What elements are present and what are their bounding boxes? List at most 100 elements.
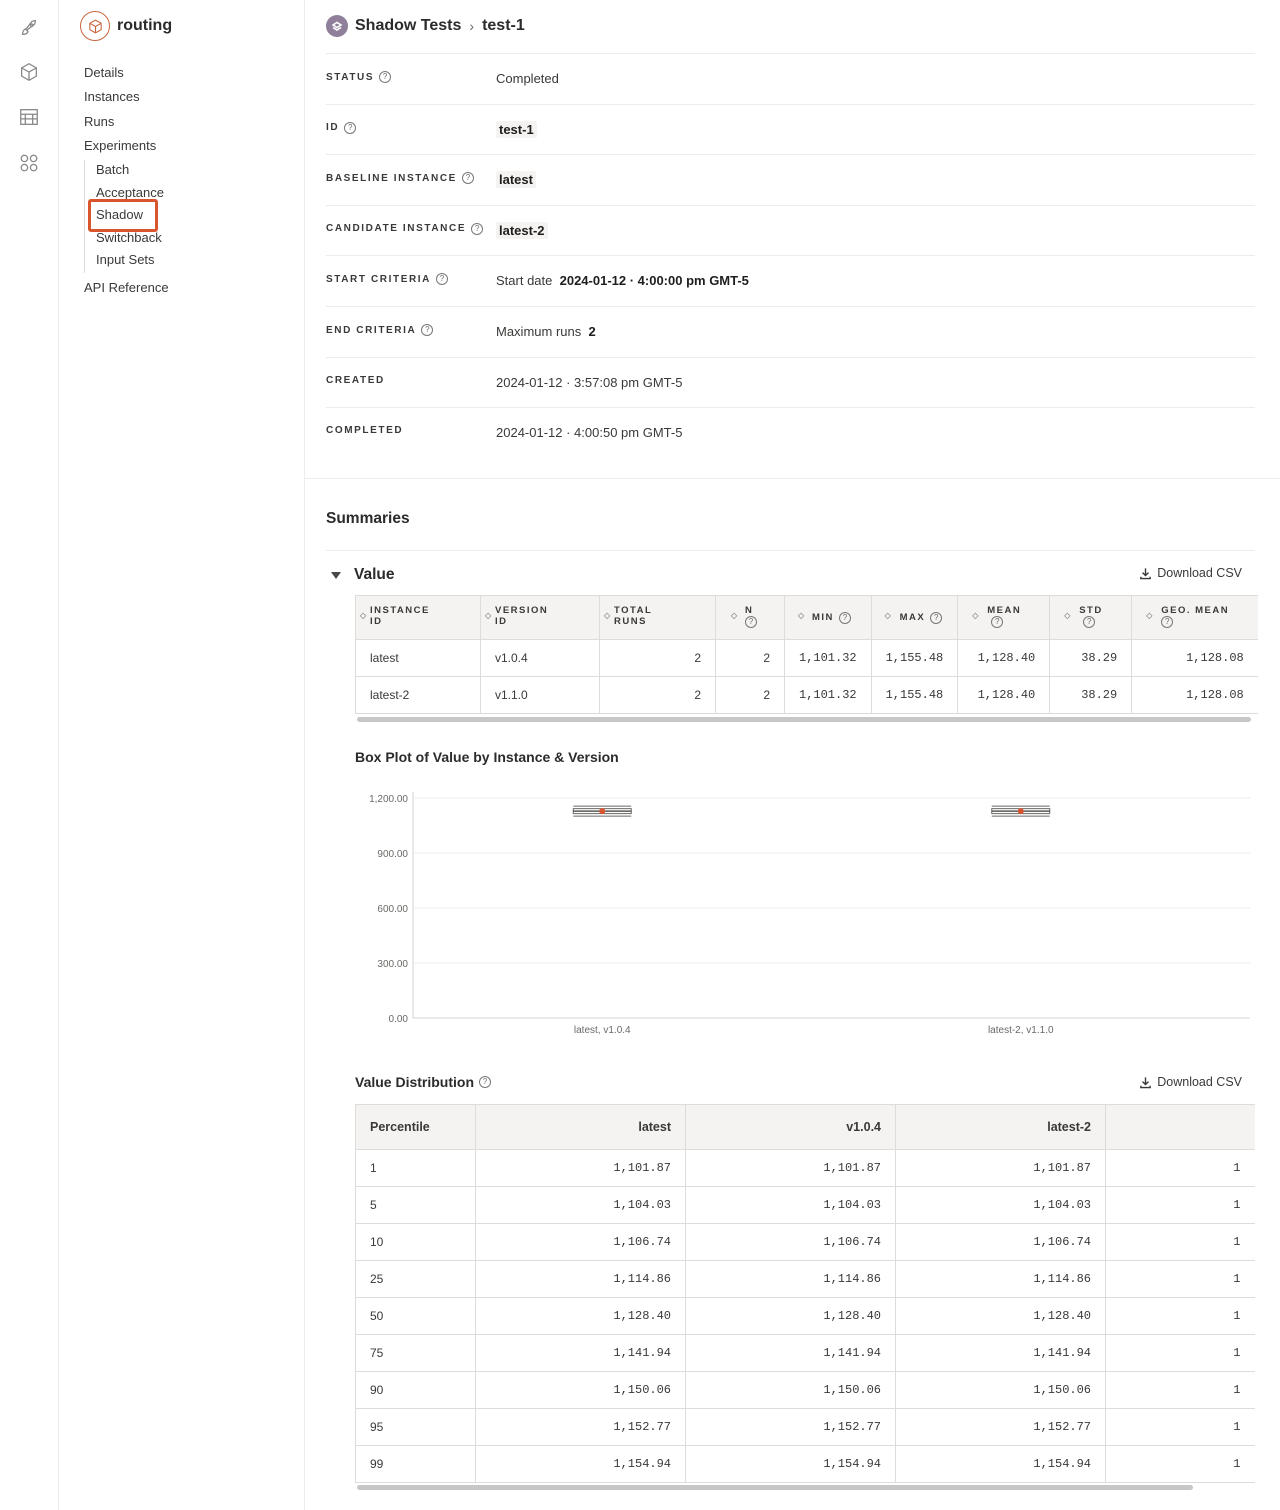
marketplace-icon[interactable] xyxy=(17,105,41,129)
col-min[interactable]: ◇ MIN? xyxy=(784,595,872,640)
cell-instance: latest xyxy=(355,639,481,677)
cell-percentile: 90 xyxy=(355,1371,476,1409)
help-icon[interactable]: ? xyxy=(991,616,1004,628)
cell-value: 1 xyxy=(1105,1445,1255,1483)
breadcrumb-parent[interactable]: Shadow Tests xyxy=(355,17,461,35)
detail-status: STATUS? Completed xyxy=(326,53,1255,104)
detail-candidate: CANDIDATE INSTANCE? latest-2 xyxy=(326,204,1255,256)
col-max[interactable]: ◇ MAX? xyxy=(870,595,959,640)
col-truncated[interactable] xyxy=(1105,1104,1255,1150)
cell-value: 1 xyxy=(1105,1371,1255,1409)
status-value: Completed xyxy=(496,71,559,86)
cell-percentile: 25 xyxy=(355,1260,476,1298)
app-logo-icon xyxy=(80,11,110,41)
cell-value: 1,128.40 xyxy=(895,1297,1106,1335)
cell-value: 1,141.94 xyxy=(475,1334,686,1372)
value-section-toggle[interactable]: Value xyxy=(331,566,395,584)
cube-icon[interactable] xyxy=(17,60,41,84)
apps-grid-icon[interactable] xyxy=(17,151,41,175)
help-icon[interactable]: ? xyxy=(461,172,474,185)
cell-version: v1.0.4 xyxy=(480,639,600,677)
table-row: 1 1,101.87 1,101.87 1,101.87 1 xyxy=(355,1149,1255,1187)
boxplot-chart: 0.00 300.00 600.00 900.00 1,200.00 latest, v1… xyxy=(369,792,1250,1036)
rocket-icon[interactable] xyxy=(17,16,41,40)
end-criteria-label: END CRITERIA xyxy=(326,324,417,336)
cell-percentile: 75 xyxy=(355,1334,476,1372)
help-icon[interactable]: ? xyxy=(344,121,357,134)
col-instance-id[interactable]: ◇ INSTANCE ID xyxy=(355,595,481,640)
download-csv-button[interactable]: Download CSV xyxy=(1139,566,1242,580)
cell-value: 1,152.77 xyxy=(895,1408,1106,1446)
help-icon[interactable]: ? xyxy=(436,273,448,286)
table-row: latest-2 v1.1.0 2 2 1,101.32 1,155.48 1,… xyxy=(355,676,1258,714)
col-n[interactable]: ◇ N? xyxy=(715,595,785,640)
help-icon[interactable]: ? xyxy=(930,611,943,624)
download-csv-label: Download CSV xyxy=(1157,566,1242,580)
table-row: 99 1,154.94 1,154.94 1,154.94 1 xyxy=(355,1445,1255,1483)
cell-n: 2 xyxy=(715,639,785,677)
cell-geo-mean: 1,128.08 xyxy=(1131,676,1258,714)
sort-icon: ◇ xyxy=(1146,611,1153,620)
cell-version: v1.1.0 xyxy=(480,676,600,714)
section-divider xyxy=(305,478,1280,479)
sidebar-item-details[interactable]: Details xyxy=(84,62,156,86)
sidebar-item-api-reference[interactable]: API Reference xyxy=(84,280,169,295)
cell-value: 1,106.74 xyxy=(475,1223,686,1261)
breadcrumb-current: test-1 xyxy=(482,17,525,34)
col-v104[interactable]: v1.0.4 xyxy=(685,1104,896,1150)
baseline-value: latest xyxy=(496,171,536,189)
detail-end-criteria: END CRITERIA? Maximum runs 2 xyxy=(326,306,1255,357)
cell-value: 1,106.74 xyxy=(895,1223,1106,1261)
col-percentile[interactable]: Percentile xyxy=(355,1104,476,1150)
help-icon[interactable]: ? xyxy=(838,611,851,624)
sort-icon: ◇ xyxy=(798,611,805,620)
col-std[interactable]: ◇ STD? xyxy=(1049,595,1133,640)
download-icon xyxy=(1140,1076,1152,1088)
cell-percentile: 1 xyxy=(355,1149,476,1187)
cell-value: 1,101.87 xyxy=(685,1149,896,1187)
sidebar-item-experiments[interactable]: Experiments xyxy=(84,135,156,159)
col-mean[interactable]: ◇ MEAN? xyxy=(957,595,1051,640)
cell-value: 1,154.94 xyxy=(685,1445,896,1483)
cell-percentile: 99 xyxy=(355,1445,476,1483)
sidebar-item-instances[interactable]: Instances xyxy=(84,86,156,110)
summaries-title: Summaries xyxy=(326,510,410,527)
sort-icon: ◇ xyxy=(1064,611,1071,620)
boxplot-title: Box Plot of Value by Instance & Version xyxy=(355,749,619,765)
horizontal-scrollbar[interactable] xyxy=(357,1485,1193,1490)
help-icon[interactable]: ? xyxy=(745,616,757,628)
help-icon[interactable]: ? xyxy=(1161,616,1174,628)
col-geo-mean[interactable]: ◇ GEO. MEAN? xyxy=(1131,595,1258,640)
help-icon[interactable]: ? xyxy=(1083,616,1096,628)
cell-value: 1,104.03 xyxy=(475,1186,686,1224)
distribution-table: Percentile latest v1.0.4 latest-2 1 1,101… xyxy=(355,1104,1255,1483)
completed-label: COMPLETED xyxy=(326,425,404,437)
app-header[interactable]: routing xyxy=(80,11,172,41)
download-csv-button-distribution[interactable]: Download CSV xyxy=(1139,1075,1242,1089)
id-label: ID xyxy=(326,122,340,134)
col-latest-2[interactable]: latest-2 xyxy=(895,1104,1106,1150)
sidebar-item-runs[interactable]: Runs xyxy=(84,111,156,135)
horizontal-scrollbar[interactable] xyxy=(357,717,1251,722)
cell-n: 2 xyxy=(715,676,785,714)
help-icon[interactable]: ? xyxy=(379,71,392,83)
end-criteria-prefix: Maximum runs xyxy=(496,324,582,339)
sidebar-item-input-sets[interactable]: Input Sets xyxy=(96,250,164,273)
cell-value: 1 xyxy=(1105,1297,1255,1335)
col-total-runs[interactable]: ◇ TOTAL RUNS xyxy=(599,595,716,640)
cell-mean: 1,128.40 xyxy=(957,639,1051,677)
cell-percentile: 10 xyxy=(355,1223,476,1261)
cell-mean: 1,128.40 xyxy=(957,676,1051,714)
cell-value: 1,104.03 xyxy=(685,1186,896,1224)
col-version-id[interactable]: ◇ VERSION ID xyxy=(480,595,600,640)
table-row: latest v1.0.4 2 2 1,101.32 1,155.48 1,12… xyxy=(355,639,1258,677)
help-icon[interactable]: ? xyxy=(471,222,484,235)
table-row: 75 1,141.94 1,141.94 1,141.94 1 xyxy=(355,1334,1255,1372)
sidebar-item-batch[interactable]: Batch xyxy=(96,160,164,183)
help-icon[interactable]: ? xyxy=(479,1076,492,1088)
cell-value: 1,150.06 xyxy=(475,1371,686,1409)
sidebar-item-shadow[interactable]: Shadow xyxy=(88,199,164,233)
col-latest[interactable]: latest xyxy=(475,1104,686,1150)
x-tick-label: latest-2, v1.1.0 xyxy=(988,1025,1054,1036)
help-icon[interactable]: ? xyxy=(421,324,434,336)
